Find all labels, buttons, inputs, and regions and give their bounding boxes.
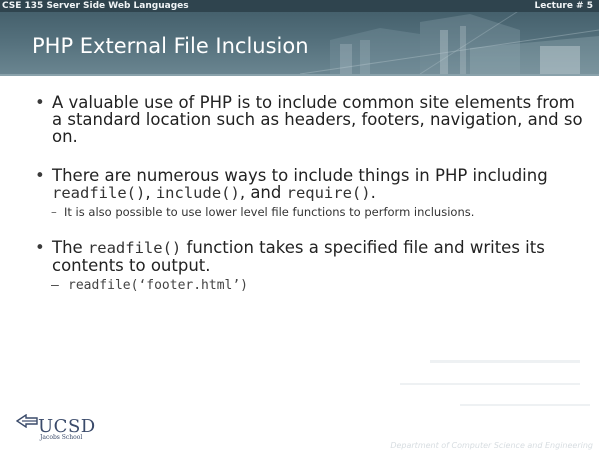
text: There are numerous ways to include thing… [52, 166, 548, 185]
slide: CSE 135 Server Side Web Languages Lectur… [0, 0, 599, 453]
sub-bullet-readfile-example: readfile(‘footer.html’) [35, 278, 590, 294]
slide-content: A valuable use of PHP is to include comm… [35, 94, 590, 294]
slide-header: CSE 135 Server Side Web Languages Lectur… [0, 0, 599, 74]
decorative-line [400, 383, 580, 385]
code-readfile: readfile() [52, 184, 146, 202]
bullet-readfile-function: The readfile() function takes a specifie… [35, 239, 590, 274]
decorative-line [430, 360, 580, 363]
bullet-include-common-elements: A valuable use of PHP is to include comm… [35, 94, 590, 145]
slide-title: PHP External File Inclusion [32, 34, 309, 58]
footer-department: Department of Computer Science and Engin… [390, 441, 593, 450]
text: , and [239, 183, 287, 202]
header-divider [0, 74, 599, 76]
bullet-ways-to-include: There are numerous ways to include thing… [35, 167, 590, 202]
code-readfile: readfile() [87, 239, 182, 257]
ucsd-logo-icon [16, 414, 38, 428]
course-label: CSE 135 Server Side Web Languages [2, 1, 189, 11]
text: , [145, 183, 156, 202]
code-include: include() [155, 184, 240, 202]
text: The [52, 238, 88, 257]
logo-subtext: Jacobs School [40, 434, 83, 441]
decorative-line [460, 404, 590, 406]
text: . [370, 183, 376, 202]
sub-bullet-lower-level-functions: It is also possible to use lower level f… [35, 206, 590, 218]
code-require: require() [286, 184, 371, 202]
lecture-number: Lecture # 5 [534, 1, 594, 11]
